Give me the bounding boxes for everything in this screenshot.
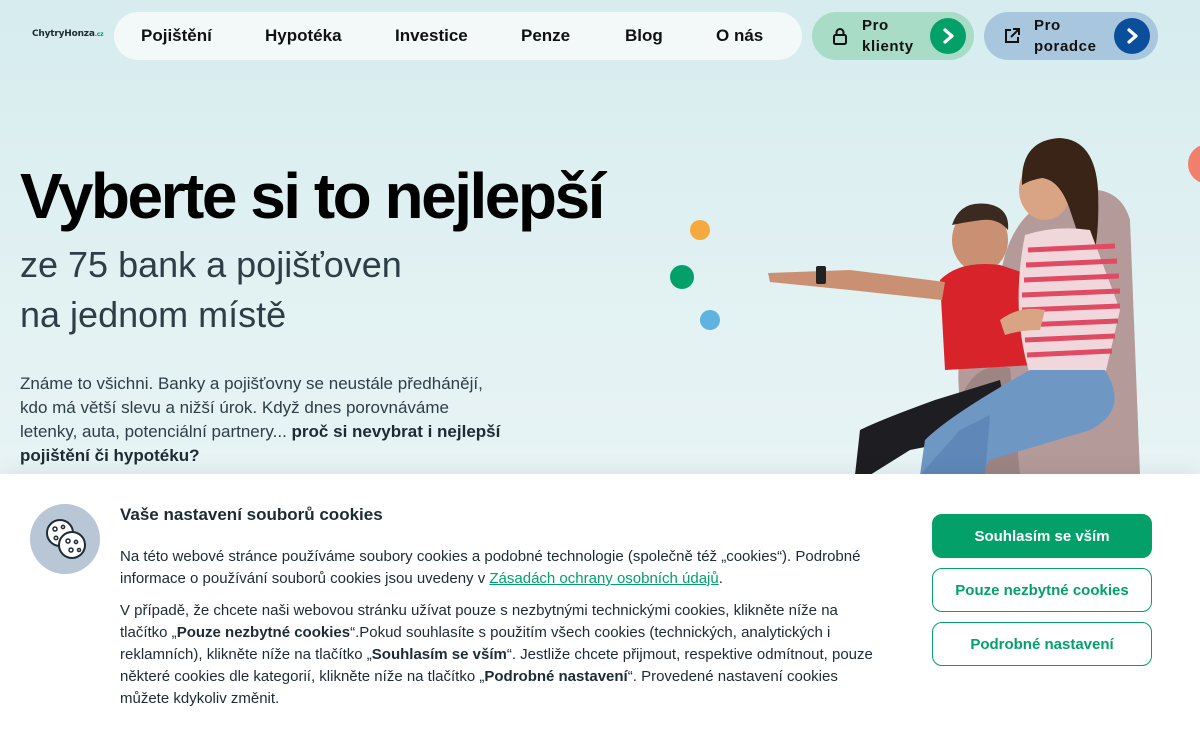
hero-title: Vyberte si to nejlepší (20, 160, 605, 232)
cookie-settings-button[interactable]: Podrobné nastavení (932, 622, 1152, 666)
cookie-text-bold: Podrobné nastavení (484, 668, 628, 685)
for-advisors-label: Pro poradce (1034, 17, 1097, 55)
nav-item-penze[interactable]: Penze (521, 12, 570, 60)
logo-text: ChytryHonza (32, 29, 95, 39)
cookie-intro-end: . (718, 570, 723, 587)
nav-item-blog[interactable]: Blog (625, 12, 663, 60)
nav-item-pojisteni[interactable]: Pojištění (141, 12, 212, 60)
cookie-intro-text: Na této webové stránce používáme soubory… (120, 546, 880, 590)
cookie-text-bold: Pouze nezbytné cookies (176, 624, 351, 641)
cookie-title: Vaše nastavení souborů cookies (120, 505, 383, 524)
for-clients-button[interactable]: Pro klienty (812, 12, 974, 60)
logo-suffix: .cz (94, 31, 104, 38)
privacy-policy-link[interactable]: Zásadách ochrany osobních údajů (489, 570, 718, 587)
for-advisors-button[interactable]: Pro poradce (984, 12, 1158, 60)
nav-item-o-nas[interactable]: O nás (716, 12, 763, 60)
chevron-right-icon (930, 18, 966, 54)
hero-description: Známe to všichni. Banky a pojišťovny se … (20, 372, 510, 468)
cookie-text-bold: Souhlasím se vším (371, 646, 507, 663)
necessary-cookies-button[interactable]: Pouze nezbytné cookies (932, 568, 1152, 612)
nav-item-investice[interactable]: Investice (395, 12, 468, 60)
for-clients-label: Pro klienty (862, 17, 914, 55)
decorative-dot-orange (690, 220, 710, 240)
cookie-instructions-text: V případě, že chcete naši webovou stránk… (120, 600, 880, 710)
hero-subtitle-line-2: na jednom místě (20, 294, 287, 335)
nav-item-hypoteka[interactable]: Hypotéka (265, 12, 342, 60)
logo[interactable]: ChytryHonza.cz (32, 29, 104, 39)
hero-subtitle: ze 75 bank a pojišťoven na jednom místě (20, 240, 500, 340)
main-nav: Pojištění Hypotéka Investice Penze Blog … (114, 12, 802, 60)
decorative-dot-green (670, 265, 694, 289)
lock-icon (830, 26, 850, 46)
cookie-icon (30, 504, 100, 574)
hero-photo (768, 138, 1140, 475)
site-header: ChytryHonza.cz Pojištění Hypotéka Invest… (0, 0, 1200, 72)
external-link-icon (1002, 26, 1022, 46)
cookie-banner: Vaše nastavení souborů cookies Na této w… (0, 474, 1200, 750)
chevron-right-icon (1114, 18, 1150, 54)
decorative-dot-blue (700, 310, 720, 330)
accept-all-cookies-button[interactable]: Souhlasím se vším (932, 514, 1152, 558)
hero-subtitle-line-1: ze 75 bank a pojišťoven (20, 244, 402, 285)
